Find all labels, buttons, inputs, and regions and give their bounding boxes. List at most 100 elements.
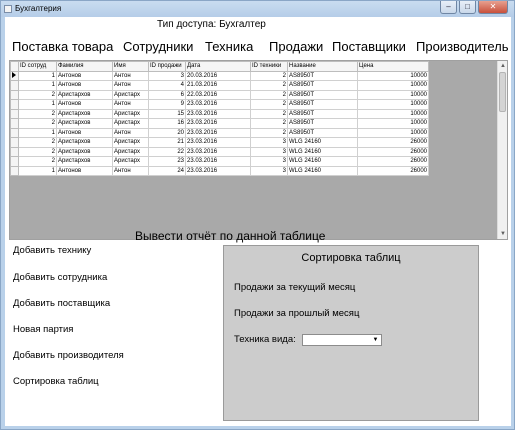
table-row[interactable]: 1 Антонов Антон 4 21.03.2016 2 AS8950T 10000 <box>10 80 429 91</box>
menu-item-employees[interactable]: Сотрудники <box>123 39 193 54</box>
grid-cell[interactable]: 2 <box>18 137 57 148</box>
row-header[interactable] <box>10 118 19 129</box>
grid-cell[interactable]: 2 <box>250 118 288 129</box>
row-header[interactable] <box>10 146 19 157</box>
grid-cell[interactable]: 2 <box>18 156 57 167</box>
grid-cell[interactable]: Аристарх <box>112 89 149 100</box>
grid-cell[interactable]: 23.03.2016 <box>185 156 251 167</box>
grid-cell[interactable]: 2 <box>250 127 288 138</box>
grid-cell[interactable]: 2 <box>250 80 288 91</box>
column-header[interactable]: Цена <box>357 61 429 72</box>
row-header[interactable] <box>10 89 19 100</box>
tech-type-select[interactable]: ▼ <box>302 334 382 346</box>
grid-vertical-scrollbar[interactable]: ▲ ▼ <box>497 61 507 239</box>
scroll-down-icon[interactable]: ▼ <box>498 229 507 239</box>
grid-cell[interactable]: 2 <box>18 118 57 129</box>
grid-cell[interactable]: AS8950T <box>287 127 358 138</box>
grid-cell[interactable]: 24 <box>148 165 186 176</box>
grid-cell[interactable]: 2 <box>18 108 57 119</box>
grid-cell[interactable]: 10000 <box>357 99 429 110</box>
row-header[interactable] <box>10 156 19 167</box>
grid-cell[interactable]: Антонов <box>56 80 113 91</box>
grid-cell[interactable]: Аристарх <box>112 156 149 167</box>
grid-cell[interactable]: 23.03.2016 <box>185 118 251 129</box>
add-employee-button[interactable]: Добавить сотрудника <box>13 272 107 283</box>
grid-cell[interactable]: AS8950T <box>287 108 358 119</box>
grid-cell[interactable]: 3 <box>250 137 288 148</box>
grid-cell[interactable]: Аристархов <box>56 89 113 100</box>
sort-tables-button[interactable]: Сортировка таблиц <box>13 376 99 387</box>
grid-cell[interactable]: 23.03.2016 <box>185 127 251 138</box>
grid-cell[interactable]: AS8950T <box>287 89 358 100</box>
grid-cell[interactable]: Антонов <box>56 165 113 176</box>
grid-cell[interactable]: 21.03.2016 <box>185 80 251 91</box>
grid-cell[interactable]: 26000 <box>357 165 429 176</box>
grid-cell[interactable]: 26000 <box>357 146 429 157</box>
scroll-up-icon[interactable]: ▲ <box>498 61 507 71</box>
grid-cell[interactable]: Аристарх <box>112 108 149 119</box>
grid-cell[interactable]: 3 <box>148 70 186 81</box>
grid-cell[interactable]: WLG 24160 <box>287 146 358 157</box>
grid-cell[interactable]: WLG 24160 <box>287 165 358 176</box>
grid-cell[interactable]: 22 <box>148 146 186 157</box>
menu-item-supply[interactable]: Поставка товара <box>12 39 113 54</box>
column-header[interactable]: Имя <box>112 61 149 72</box>
sales-current-month-button[interactable]: Продажи за текущий месяц <box>234 282 355 293</box>
add-supplier-button[interactable]: Добавить поставщика <box>13 298 110 309</box>
grid-cell[interactable]: AS8950T <box>287 80 358 91</box>
table-row[interactable]: 2 Аристархов Аристарх 21 23.03.2016 3 WLG 2416… <box>10 137 429 148</box>
grid-cell[interactable]: 2 <box>250 108 288 119</box>
grid-cell[interactable]: AS8950T <box>287 70 358 81</box>
grid-cell[interactable]: Аристарх <box>112 118 149 129</box>
grid-cell[interactable]: Аристархов <box>56 156 113 167</box>
grid-cell[interactable]: AS8950T <box>287 118 358 129</box>
column-header[interactable]: Фамилия <box>56 61 113 72</box>
scroll-thumb[interactable] <box>499 72 506 112</box>
grid-cell[interactable]: 23.03.2016 <box>185 165 251 176</box>
chevron-down-icon[interactable]: ▼ <box>371 336 380 344</box>
column-header[interactable]: Дата <box>185 61 251 72</box>
grid-cell[interactable]: 26000 <box>357 137 429 148</box>
column-header[interactable]: ID техники <box>250 61 288 72</box>
new-batch-button[interactable]: Новая партия <box>13 324 73 335</box>
column-header[interactable]: Название <box>287 61 358 72</box>
column-header[interactable]: ID сотруд <box>18 61 57 72</box>
title-bar[interactable]: Бухгалтерия – □ ✕ <box>1 1 514 17</box>
sales-last-month-button[interactable]: Продажи за прошлый месяц <box>234 308 359 319</box>
grid-cell[interactable]: Аристархов <box>56 118 113 129</box>
grid-cell[interactable]: 2 <box>250 99 288 110</box>
grid-cell[interactable]: 21 <box>148 137 186 148</box>
add-equipment-button[interactable]: Добавить технику <box>13 245 91 256</box>
menu-item-equipment[interactable]: Техника <box>205 39 253 54</box>
grid-cell[interactable]: 3 <box>250 146 288 157</box>
maximize-button[interactable]: □ <box>459 1 476 14</box>
grid-cell[interactable]: 10000 <box>357 127 429 138</box>
grid-cell[interactable]: Антон <box>112 80 149 91</box>
grid-cell[interactable]: 3 <box>250 165 288 176</box>
table-row[interactable]: 1 Антонов Антон 24 23.03.2016 3 WLG 24160 26000 <box>10 165 429 176</box>
grid-cell[interactable]: 10000 <box>357 118 429 129</box>
grid-cell[interactable]: 10000 <box>357 108 429 119</box>
grid-cell[interactable]: Антонов <box>56 99 113 110</box>
grid-cell[interactable]: 10000 <box>357 80 429 91</box>
table-row[interactable]: 1 Антонов Антон 20 23.03.2016 2 AS8950T 10000 <box>10 127 429 138</box>
grid-cell[interactable]: Антон <box>112 99 149 110</box>
grid-cell[interactable]: 9 <box>148 99 186 110</box>
row-header[interactable] <box>10 127 19 138</box>
row-header[interactable] <box>10 108 19 119</box>
row-header[interactable] <box>10 137 19 148</box>
grid-cell[interactable]: 6 <box>148 89 186 100</box>
grid-cell[interactable]: 23 <box>148 156 186 167</box>
row-header[interactable] <box>10 70 19 81</box>
grid-cell[interactable]: Аристархов <box>56 137 113 148</box>
grid-cell[interactable]: 20.03.2016 <box>185 70 251 81</box>
grid-cell[interactable]: Аристархов <box>56 108 113 119</box>
grid-cell[interactable]: Аристарх <box>112 137 149 148</box>
grid-cell[interactable]: Антонов <box>56 127 113 138</box>
grid-cell[interactable]: Антонов <box>56 70 113 81</box>
minimize-button[interactable]: – <box>440 1 457 14</box>
grid-cell[interactable]: WLG 24160 <box>287 156 358 167</box>
grid-cell[interactable]: 1 <box>18 80 57 91</box>
grid-cell[interactable]: 3 <box>250 156 288 167</box>
grid-cell[interactable]: 26000 <box>357 156 429 167</box>
